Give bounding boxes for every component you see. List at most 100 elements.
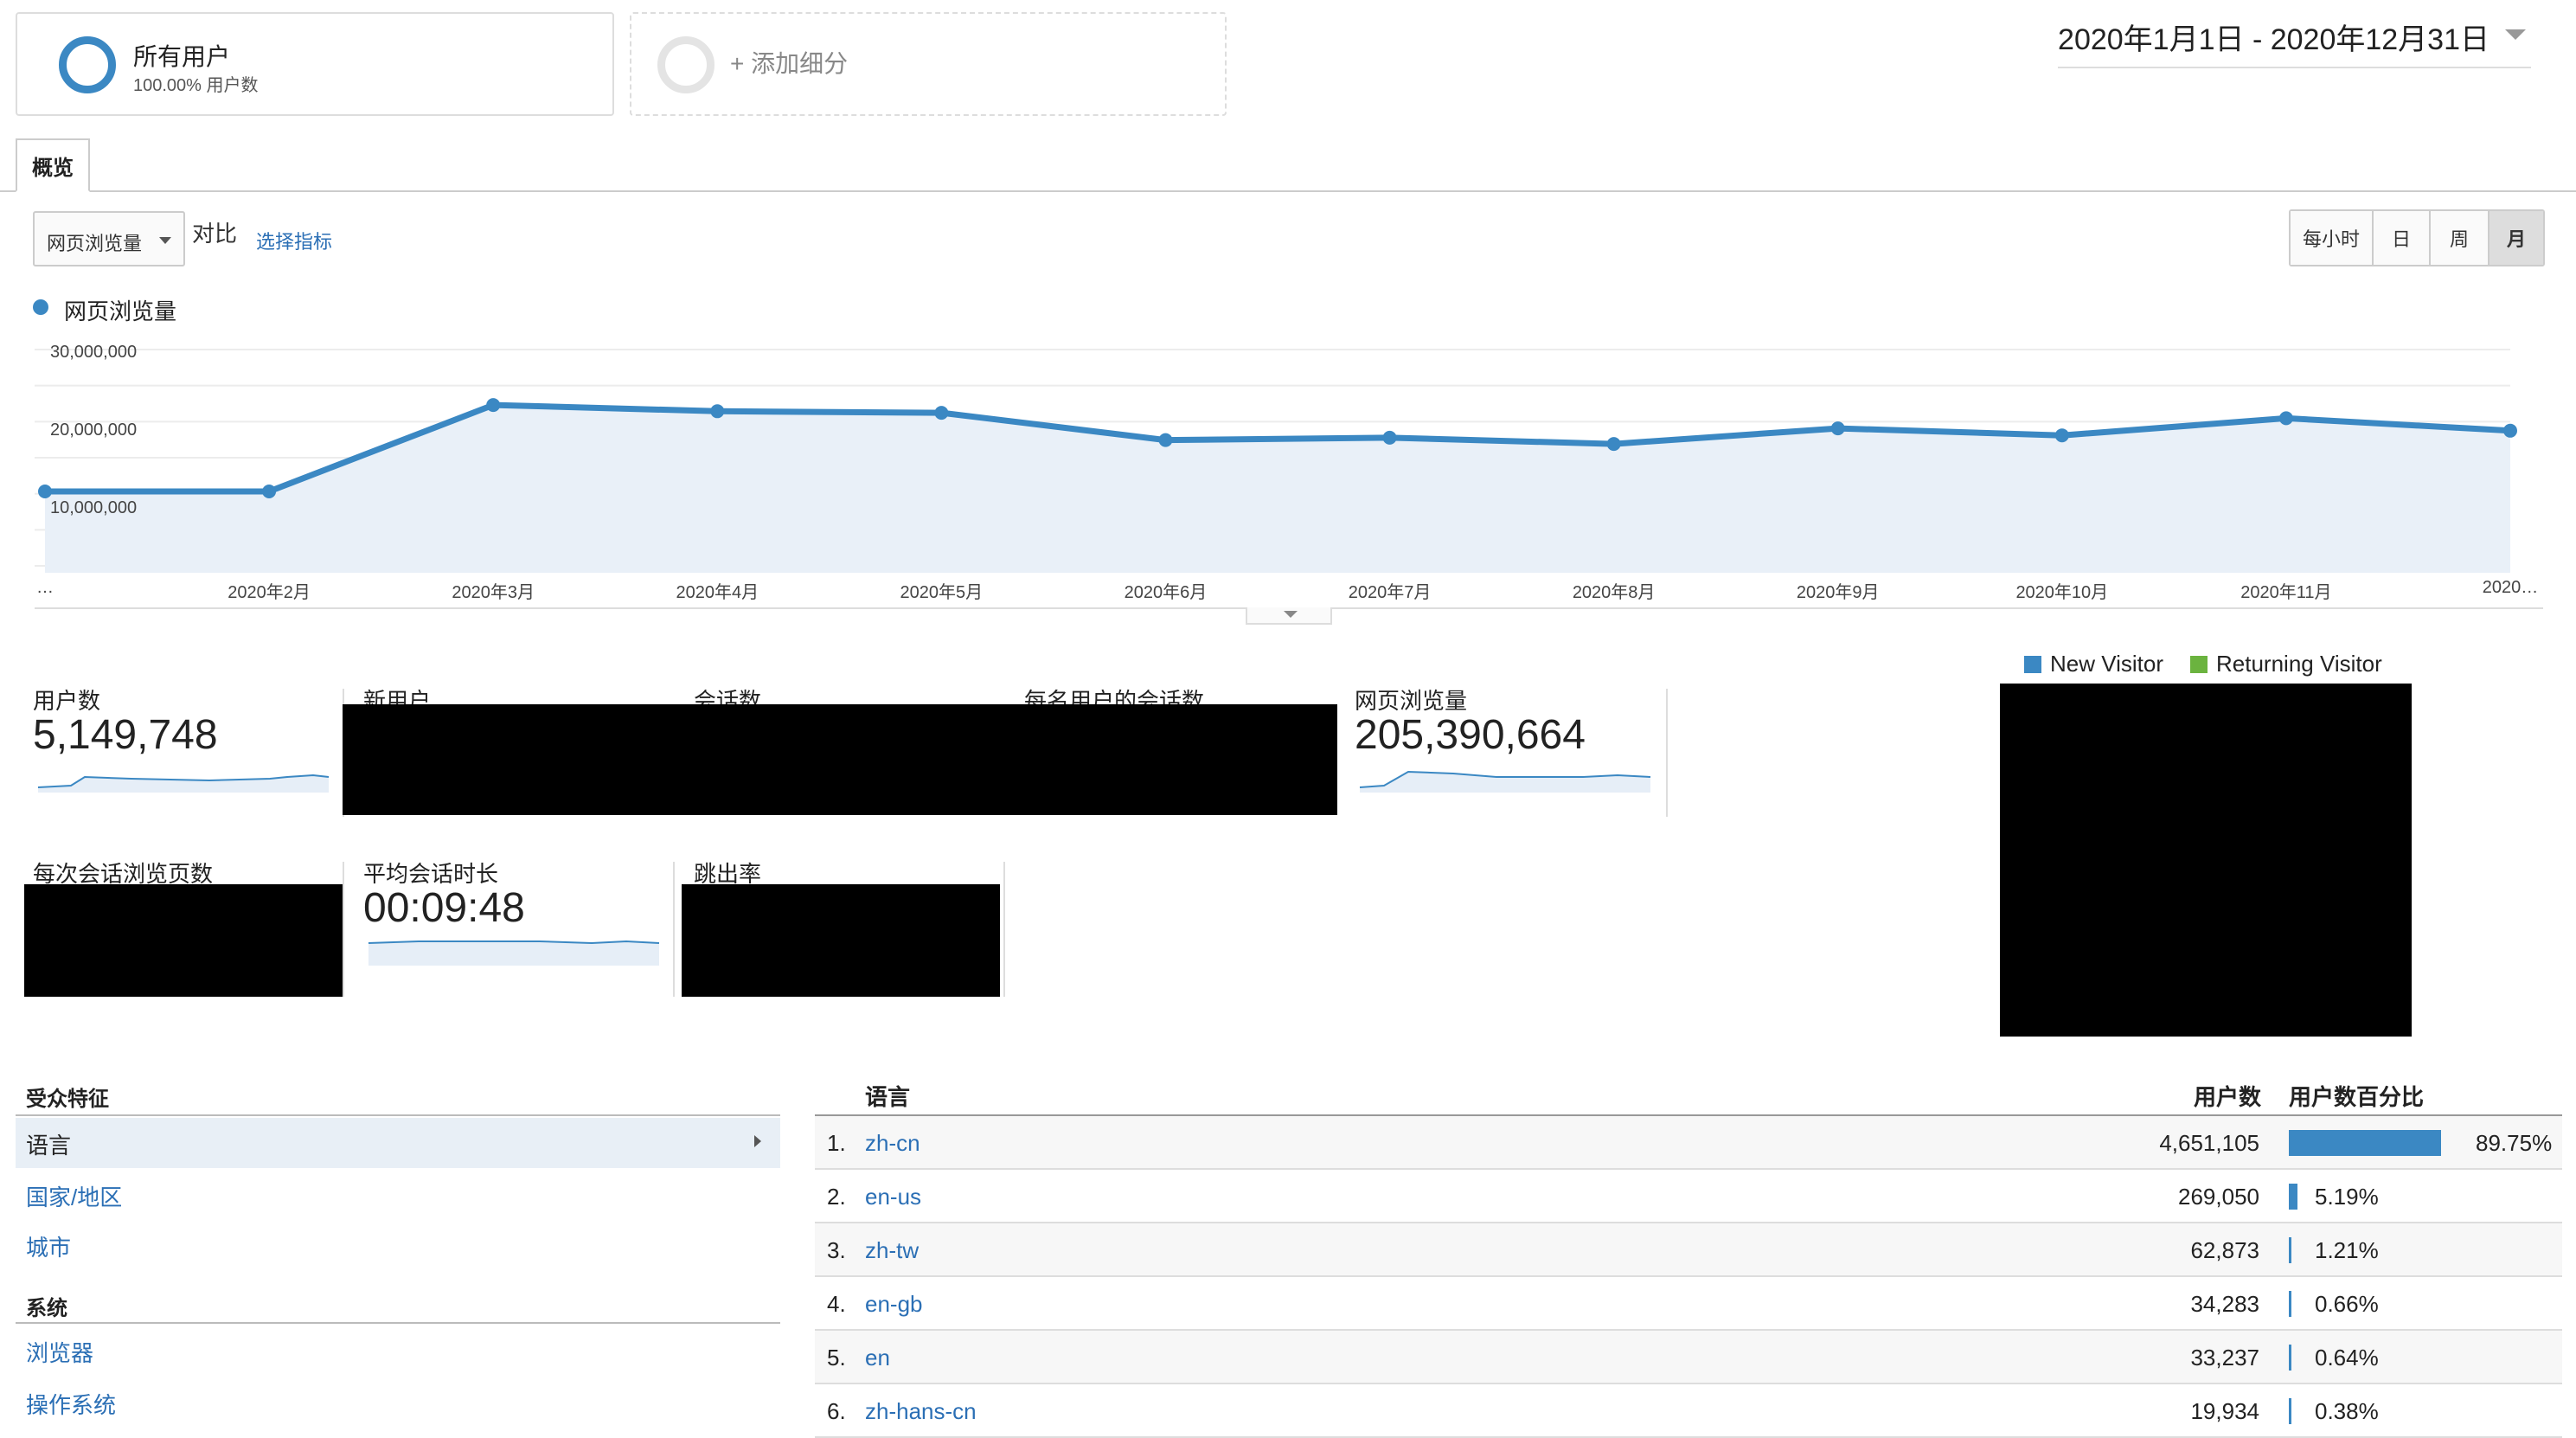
series-legend-label: 网页浏览量	[64, 299, 177, 324]
users-count: 62,873	[2190, 1237, 2259, 1263]
new-visitor-swatch	[2024, 656, 2041, 673]
language-link[interactable]: en	[865, 1345, 890, 1371]
nav-item-browser[interactable]: 浏览器	[26, 1336, 93, 1368]
share-bar	[2289, 1291, 2291, 1317]
data-point[interactable]	[2503, 423, 2517, 438]
metric-tile-users[interactable]: 用户数 5,149,748	[33, 684, 336, 813]
x-tick-label: 2020年2月	[227, 583, 311, 602]
x-tick-label: 2020年7月	[1348, 583, 1432, 602]
x-tick-label: 2020…	[2482, 578, 2539, 597]
add-segment-label: + 添加细分	[730, 50, 849, 77]
series-legend-dot	[33, 299, 48, 315]
data-point[interactable]	[486, 398, 501, 413]
language-link[interactable]: en-gb	[865, 1291, 923, 1318]
x-tick-label: 2020年11月	[2240, 583, 2332, 602]
tab-overview[interactable]: 概览	[16, 138, 90, 192]
collapse-chart-button[interactable]	[1246, 607, 1332, 625]
choose-metric-link[interactable]: 选择指标	[256, 227, 332, 254]
metric-tile-pageviews[interactable]: 网页浏览量 205,390,664	[1355, 684, 1657, 813]
language-link[interactable]: en-us	[865, 1184, 921, 1210]
system-heading: 系统	[26, 1297, 67, 1320]
period-day-button[interactable]: 日	[2374, 211, 2431, 265]
language-link[interactable]: zh-tw	[865, 1237, 919, 1264]
users-count: 33,237	[2190, 1345, 2259, 1371]
redacted-block	[24, 884, 343, 997]
column-header-users-pct[interactable]: 用户数百分比	[2289, 1080, 2424, 1112]
redacted-block	[343, 704, 1337, 815]
users-count: 34,283	[2190, 1291, 2259, 1317]
table-row: 2. en-us 269,050 5.19%	[815, 1170, 2562, 1223]
y-tick-label: 20,000,000	[50, 420, 138, 440]
x-tick-label: 2020年6月	[1124, 583, 1208, 602]
chevron-down-icon	[2505, 29, 2526, 40]
share-bar	[2289, 1345, 2291, 1371]
metric-value: 00:09:48	[363, 885, 525, 931]
pageviews-sparkline	[1359, 770, 1651, 793]
language-link[interactable]: zh-hans-cn	[865, 1398, 977, 1425]
share-bar	[2289, 1130, 2441, 1156]
data-point[interactable]	[1830, 421, 1845, 436]
demographics-heading: 受众特征	[26, 1088, 109, 1111]
period-month-button[interactable]: 月	[2489, 211, 2543, 265]
row-rank: 6.	[827, 1398, 846, 1424]
nav-item-language[interactable]: 语言	[16, 1118, 780, 1168]
tile-divider	[343, 862, 344, 997]
users-count: 269,050	[2178, 1184, 2259, 1210]
metric-select-value: 网页浏览量	[47, 233, 143, 254]
section-rule	[16, 1114, 780, 1116]
share-bar	[2289, 1398, 2291, 1424]
metric-tile-avg-session-duration[interactable]: 平均会话时长 00:09:48	[363, 857, 666, 986]
table-row: 6. zh-hans-cn 19,934 0.38%	[815, 1384, 2562, 1438]
segment-subtitle: 100.00% 用户数	[133, 76, 259, 95]
x-tick-label: …	[36, 578, 54, 597]
row-rank: 1.	[827, 1130, 846, 1156]
data-point[interactable]	[1158, 433, 1173, 447]
metric-select[interactable]: 网页浏览量	[33, 211, 185, 266]
row-rank: 5.	[827, 1345, 846, 1371]
share-bar	[2289, 1237, 2291, 1263]
data-point[interactable]	[710, 404, 725, 419]
data-point[interactable]	[38, 485, 52, 498]
row-rank: 3.	[827, 1237, 846, 1263]
tab-bar-rule	[0, 190, 2576, 192]
nav-item-os[interactable]: 操作系统	[26, 1388, 116, 1420]
segment-ring-icon	[59, 36, 116, 93]
x-tick-label: 2020年4月	[676, 583, 759, 602]
table-row: 1. zh-cn 4,651,105 89.75%	[815, 1116, 2562, 1170]
y-tick-label: 10,000,000	[50, 498, 138, 517]
tile-divider	[673, 862, 675, 997]
data-point[interactable]	[262, 485, 277, 498]
x-tick-label: 2020年5月	[900, 583, 984, 602]
period-hourly-button[interactable]: 每小时	[2291, 211, 2374, 265]
data-point[interactable]	[934, 406, 949, 420]
segment-card-all-users[interactable]: 所有用户 100.00% 用户数	[16, 12, 614, 116]
date-range-text: 2020年1月1日 - 2020年12月31日	[2058, 23, 2489, 56]
row-rank: 2.	[827, 1184, 846, 1210]
compare-label: 对比	[192, 221, 238, 247]
users-count: 4,651,105	[2159, 1130, 2259, 1156]
metric-value: 205,390,664	[1355, 712, 1586, 758]
language-link[interactable]: zh-cn	[865, 1130, 920, 1157]
nav-item-country[interactable]: 国家/地区	[26, 1180, 122, 1212]
data-point[interactable]	[1382, 430, 1397, 445]
share-percent: 1.21%	[2315, 1237, 2379, 1263]
x-tick-label: 2020年3月	[452, 583, 535, 602]
y-tick-label: 30,000,000	[50, 343, 138, 362]
table-row: 3. zh-tw 62,873 1.21%	[815, 1223, 2562, 1277]
users-sparkline	[37, 774, 330, 793]
column-header-language: 语言	[865, 1084, 911, 1110]
add-segment-card[interactable]: + 添加细分	[630, 12, 1227, 116]
nav-item-city[interactable]: 城市	[26, 1230, 71, 1262]
x-tick-label: 2020年10月	[2015, 583, 2109, 602]
period-week-button[interactable]: 周	[2431, 211, 2489, 265]
share-percent: 0.66%	[2315, 1291, 2379, 1317]
data-point[interactable]	[2054, 428, 2069, 443]
column-header-users[interactable]: 用户数	[2194, 1080, 2261, 1112]
data-point[interactable]	[2278, 411, 2293, 426]
data-point[interactable]	[1606, 437, 1621, 452]
table-row: 4. en-gb 34,283 0.66%	[815, 1277, 2562, 1331]
share-percent: 0.64%	[2315, 1345, 2379, 1371]
period-toggle-group: 每小时 日 周 月	[2289, 209, 2545, 266]
date-range-picker[interactable]: 2020年1月1日 - 2020年12月31日	[2058, 16, 2531, 68]
share-percent: 0.38%	[2315, 1398, 2379, 1424]
